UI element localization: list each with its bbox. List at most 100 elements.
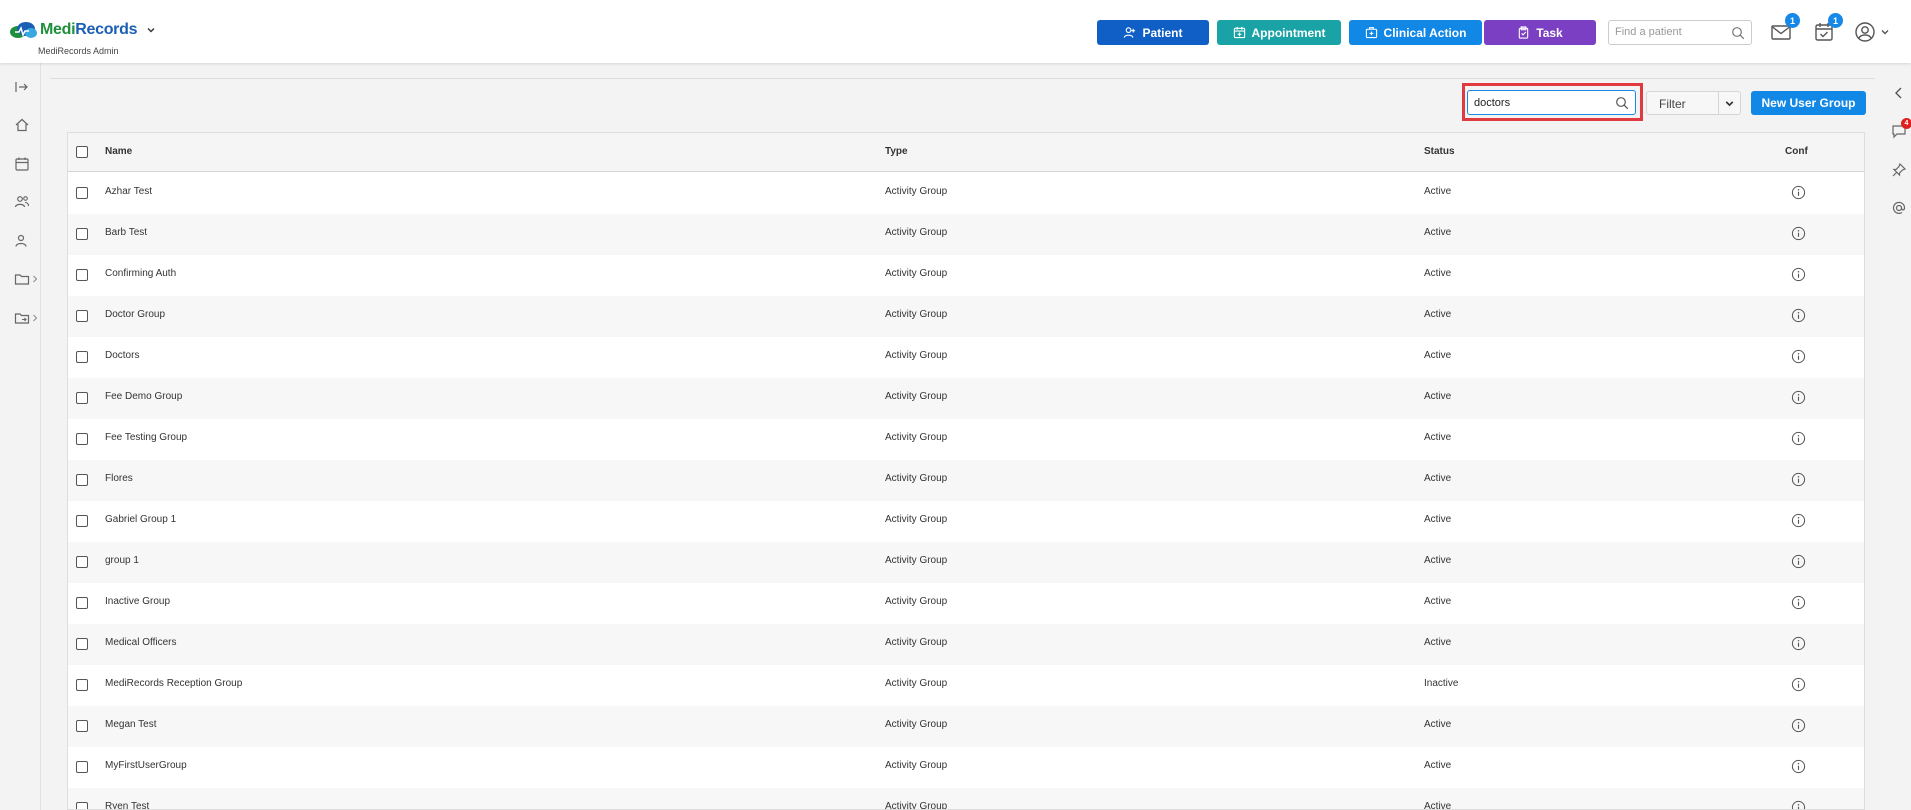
row-checkbox[interactable]: [76, 556, 88, 568]
table-row[interactable]: MyFirstUserGroup Activity Group Active: [68, 747, 1864, 788]
info-icon[interactable]: [1791, 349, 1806, 364]
info-icon[interactable]: [1791, 226, 1806, 241]
table-row[interactable]: Ryen Test Activity Group Active: [68, 788, 1864, 810]
row-checkbox[interactable]: [76, 351, 88, 363]
folder-share-icon[interactable]: [14, 310, 30, 326]
table-row[interactable]: Fee Testing Group Activity Group Active: [68, 419, 1864, 460]
row-checkbox[interactable]: [76, 433, 88, 445]
info-icon[interactable]: [1791, 718, 1806, 733]
row-type: Activity Group: [885, 514, 948, 525]
info-icon[interactable]: [1791, 431, 1806, 446]
row-checkbox[interactable]: [76, 392, 88, 404]
column-header-name[interactable]: Name: [105, 146, 132, 157]
info-icon[interactable]: [1791, 390, 1806, 405]
home-icon[interactable]: [14, 117, 30, 133]
row-name: group 1: [105, 555, 139, 566]
table-row[interactable]: Flores Activity Group Active: [68, 460, 1864, 501]
row-type: Activity Group: [885, 637, 948, 648]
user-icon[interactable]: [14, 233, 30, 249]
filter-divider: [1718, 92, 1719, 114]
chevron-down-icon[interactable]: [145, 24, 157, 36]
info-icon[interactable]: [1791, 759, 1806, 774]
row-checkbox[interactable]: [76, 679, 88, 691]
row-status: Active: [1424, 391, 1452, 402]
filter-dropdown[interactable]: Filter: [1646, 91, 1741, 115]
row-name: MyFirstUserGroup: [105, 760, 187, 771]
row-status: Active: [1424, 719, 1452, 730]
row-checkbox[interactable]: [76, 474, 88, 486]
info-icon[interactable]: [1791, 595, 1806, 610]
row-status: Active: [1424, 514, 1452, 525]
info-icon[interactable]: [1791, 472, 1806, 487]
table-row[interactable]: Fee Demo Group Activity Group Active: [68, 378, 1864, 419]
row-checkbox[interactable]: [76, 802, 88, 809]
row-name: Megan Test: [105, 719, 157, 730]
table-row[interactable]: Megan Test Activity Group Active: [68, 706, 1864, 747]
table-row[interactable]: Gabriel Group 1 Activity Group Active: [68, 501, 1864, 542]
search-icon[interactable]: [1731, 26, 1745, 40]
row-type: Activity Group: [885, 596, 948, 607]
messages-button[interactable]: 1: [1770, 13, 1800, 43]
collapse-icon[interactable]: [14, 79, 30, 95]
row-name: Doctor Group: [105, 309, 166, 320]
row-checkbox[interactable]: [76, 597, 88, 609]
row-status: Active: [1424, 350, 1452, 361]
row-checkbox[interactable]: [76, 720, 88, 732]
brand-logo[interactable]: MediRecords: [8, 21, 157, 39]
row-checkbox[interactable]: [76, 228, 88, 240]
column-header-status[interactable]: Status: [1424, 146, 1455, 157]
pin-icon[interactable]: [1891, 162, 1907, 178]
row-checkbox[interactable]: [76, 515, 88, 527]
info-icon[interactable]: [1791, 800, 1806, 810]
info-icon[interactable]: [1791, 554, 1806, 569]
row-status: Active: [1424, 760, 1452, 771]
info-icon[interactable]: [1791, 513, 1806, 528]
row-type: Activity Group: [885, 801, 948, 810]
calendar-icon[interactable]: [14, 156, 30, 172]
patient-search-input[interactable]: [1615, 26, 1727, 38]
task-button-label: Task: [1536, 25, 1563, 40]
table-row[interactable]: Inactive Group Activity Group Active: [68, 583, 1864, 624]
row-type: Activity Group: [885, 719, 948, 730]
table-row[interactable]: Doctors Activity Group Active: [68, 337, 1864, 378]
info-icon[interactable]: [1791, 308, 1806, 323]
row-name: Azhar Test: [105, 186, 153, 197]
table-row[interactable]: Barb Test Activity Group Active: [68, 214, 1864, 255]
row-checkbox[interactable]: [76, 269, 88, 281]
select-all-checkbox[interactable]: [76, 146, 88, 158]
row-checkbox[interactable]: [76, 638, 88, 650]
tasks-button[interactable]: 1: [1813, 13, 1843, 43]
table-row[interactable]: MediRecords Reception Group Activity Grou…: [68, 665, 1864, 706]
folder-icon[interactable]: [14, 271, 30, 287]
column-header-type[interactable]: Type: [885, 146, 908, 157]
new-task-button[interactable]: Task: [1484, 20, 1596, 45]
new-user-group-button[interactable]: New User Group: [1751, 91, 1866, 115]
row-checkbox[interactable]: [76, 310, 88, 322]
users-icon[interactable]: [14, 194, 30, 210]
table-row[interactable]: Confirming Auth Activity Group Active: [68, 255, 1864, 296]
at-icon[interactable]: [1891, 200, 1907, 216]
info-icon[interactable]: [1791, 677, 1806, 692]
table-row[interactable]: Doctor Group Activity Group Active: [68, 296, 1864, 337]
table-row[interactable]: Medical Officers Activity Group Active: [68, 624, 1864, 665]
info-icon[interactable]: [1791, 636, 1806, 651]
table-row[interactable]: group 1 Activity Group Active: [68, 542, 1864, 583]
row-checkbox[interactable]: [76, 187, 88, 199]
info-icon[interactable]: [1791, 185, 1806, 200]
new-patient-button[interactable]: Patient: [1097, 20, 1209, 45]
row-checkbox[interactable]: [76, 761, 88, 773]
info-icon[interactable]: [1791, 267, 1806, 282]
row-name: Fee Demo Group: [105, 391, 183, 402]
patient-search[interactable]: [1608, 20, 1752, 45]
row-name: Fee Testing Group: [105, 432, 188, 443]
clinical-action-button[interactable]: Clinical Action: [1349, 20, 1482, 45]
right-panel: 4: [1887, 63, 1911, 810]
new-appointment-button[interactable]: Appointment: [1217, 20, 1341, 45]
chevron-left-icon[interactable]: [1891, 85, 1907, 101]
row-status: Active: [1424, 637, 1452, 648]
table-row[interactable]: Azhar Test Activity Group Active: [68, 173, 1864, 214]
user-menu-button[interactable]: [1854, 21, 1890, 43]
chat-button[interactable]: 4: [1891, 118, 1911, 139]
chevron-right-icon: [33, 314, 38, 322]
chevron-down-icon[interactable]: [1723, 97, 1736, 110]
